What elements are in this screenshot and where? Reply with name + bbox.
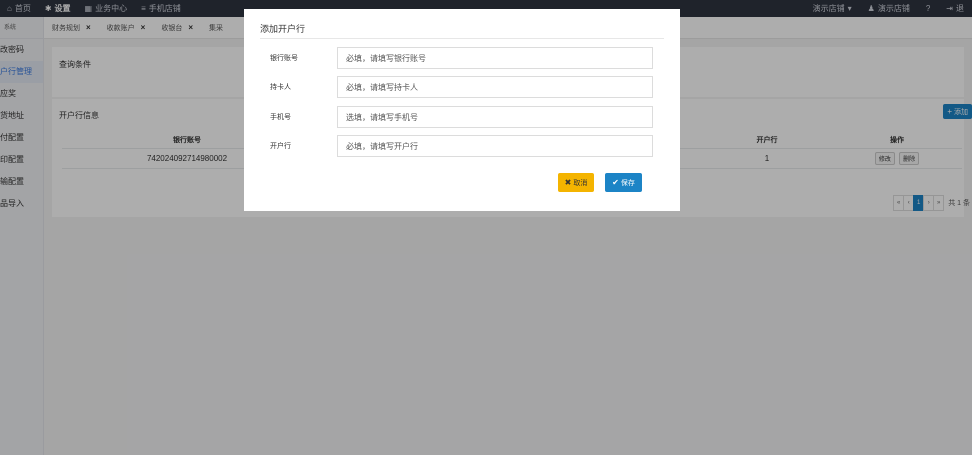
close-icon: ✖ [564, 177, 572, 187]
account-input[interactable] [337, 47, 653, 69]
modal-title: 添加开户行 [260, 24, 306, 34]
form-row-cardholder: 持卡人 [244, 76, 680, 98]
bank-label: 开户行 [270, 143, 291, 150]
cancel-button-label: 取消 [573, 179, 588, 187]
phone-label: 手机号 [270, 114, 291, 121]
bank-input[interactable] [337, 135, 653, 157]
modal-divider [260, 38, 664, 39]
form-row-phone: 手机号 [244, 106, 680, 128]
form-row-account: 银行账号 [244, 47, 680, 69]
cardholder-label: 持卡人 [270, 84, 291, 91]
cardholder-input[interactable] [337, 76, 653, 98]
phone-input[interactable] [337, 106, 653, 128]
check-icon: ✔ [612, 177, 619, 187]
add-bank-modal: 添加开户行 银行账号 持卡人 手机号 开户行 ✖ 取消 ✔ 保存 [244, 9, 680, 211]
form-row-bank: 开户行 [244, 135, 680, 157]
save-button[interactable]: ✔ 保存 [605, 173, 642, 192]
save-button-label: 保存 [620, 179, 635, 187]
account-label: 银行账号 [270, 55, 298, 62]
cancel-button[interactable]: ✖ 取消 [558, 173, 594, 192]
